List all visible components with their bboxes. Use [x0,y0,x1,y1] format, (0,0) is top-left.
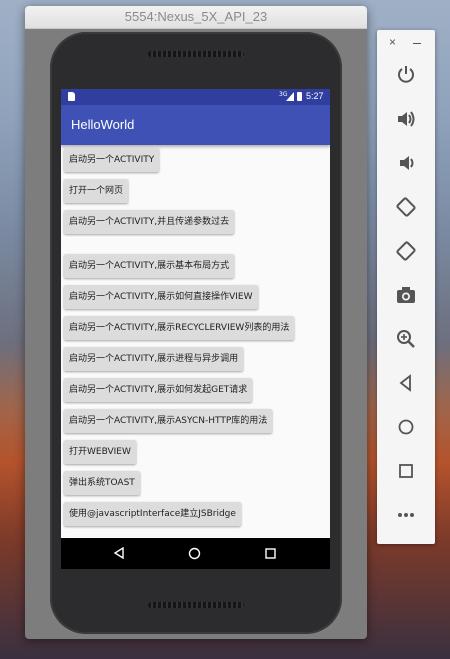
signal-icon [286,92,294,101]
status-time: 5:27 [306,91,324,101]
jsbridge-button[interactable]: 使用@javascriptInterface建立JSBridge [64,502,241,526]
home-icon[interactable] [395,416,417,438]
sim-card-icon [68,92,75,101]
operate-view-button[interactable]: 启动另一个ACTIVITY,展示如何直接操作VIEW [64,285,258,309]
nav-home-icon[interactable] [188,547,201,560]
nav-overview-icon[interactable] [265,548,276,559]
back-icon[interactable] [395,372,417,394]
overview-icon[interactable] [395,460,417,482]
close-icon[interactable]: × [389,35,396,49]
async-http-button[interactable]: 启动另一个ACTIVITY,展示ASYCN-HTTP库的用法 [64,409,273,433]
volume-down-icon[interactable] [395,152,417,174]
volume-up-icon[interactable] [395,108,417,130]
button-list: 启动另一个ACTIVITY 打开一个网页 启动另一个ACTIVITY,并且传递参… [61,145,330,537]
get-request-button[interactable]: 启动另一个ACTIVITY,展示如何发起GET请求 [64,378,253,402]
recyclerview-button[interactable]: 启动另一个ACTIVITY,展示RECYCLERVIEW列表的用法 [64,316,295,340]
navigation-bar [61,538,330,569]
window-titlebar[interactable]: 5554:Nexus_5X_API_23 [25,6,367,29]
app-bar: HelloWorld [61,105,330,145]
show-toast-button[interactable]: 弹出系统TOAST [64,471,140,495]
rotate-left-icon[interactable] [395,196,417,218]
bottom-speaker [148,602,244,608]
zoom-icon[interactable] [395,328,417,350]
basic-layout-button[interactable]: 启动另一个ACTIVITY,展示基本布局方式 [64,254,235,278]
power-icon[interactable] [395,63,417,85]
more-icon[interactable] [395,504,417,526]
open-webview-button[interactable]: 打开WEBVIEW [64,440,136,464]
emulator-window: 5554:Nexus_5X_API_23 3G 5:27 HelloWorld … [25,6,367,639]
start-activity-with-params-button[interactable]: 启动另一个ACTIVITY,并且传递参数过去 [64,210,235,234]
device-screen: 3G 5:27 HelloWorld 启动另一个ACTIVITY 打开一个网页 … [61,89,330,569]
app-title: HelloWorld [71,117,135,132]
window-title: 5554:Nexus_5X_API_23 [124,9,268,24]
phone-frame: 3G 5:27 HelloWorld 启动另一个ACTIVITY 打开一个网页 … [50,32,342,634]
start-activity-button[interactable]: 启动另一个ACTIVITY [64,148,160,172]
open-webpage-button[interactable]: 打开一个网页 [64,179,129,203]
process-async-button[interactable]: 启动另一个ACTIVITY,展示进程与异步调用 [64,347,244,371]
battery-icon [297,92,302,101]
emulator-toolbar: × [377,30,435,544]
rotate-right-icon[interactable] [395,240,417,262]
status-bar: 3G 5:27 [61,89,330,105]
top-speaker [148,51,244,57]
minimize-icon[interactable] [413,43,421,44]
camera-icon[interactable] [395,284,417,306]
